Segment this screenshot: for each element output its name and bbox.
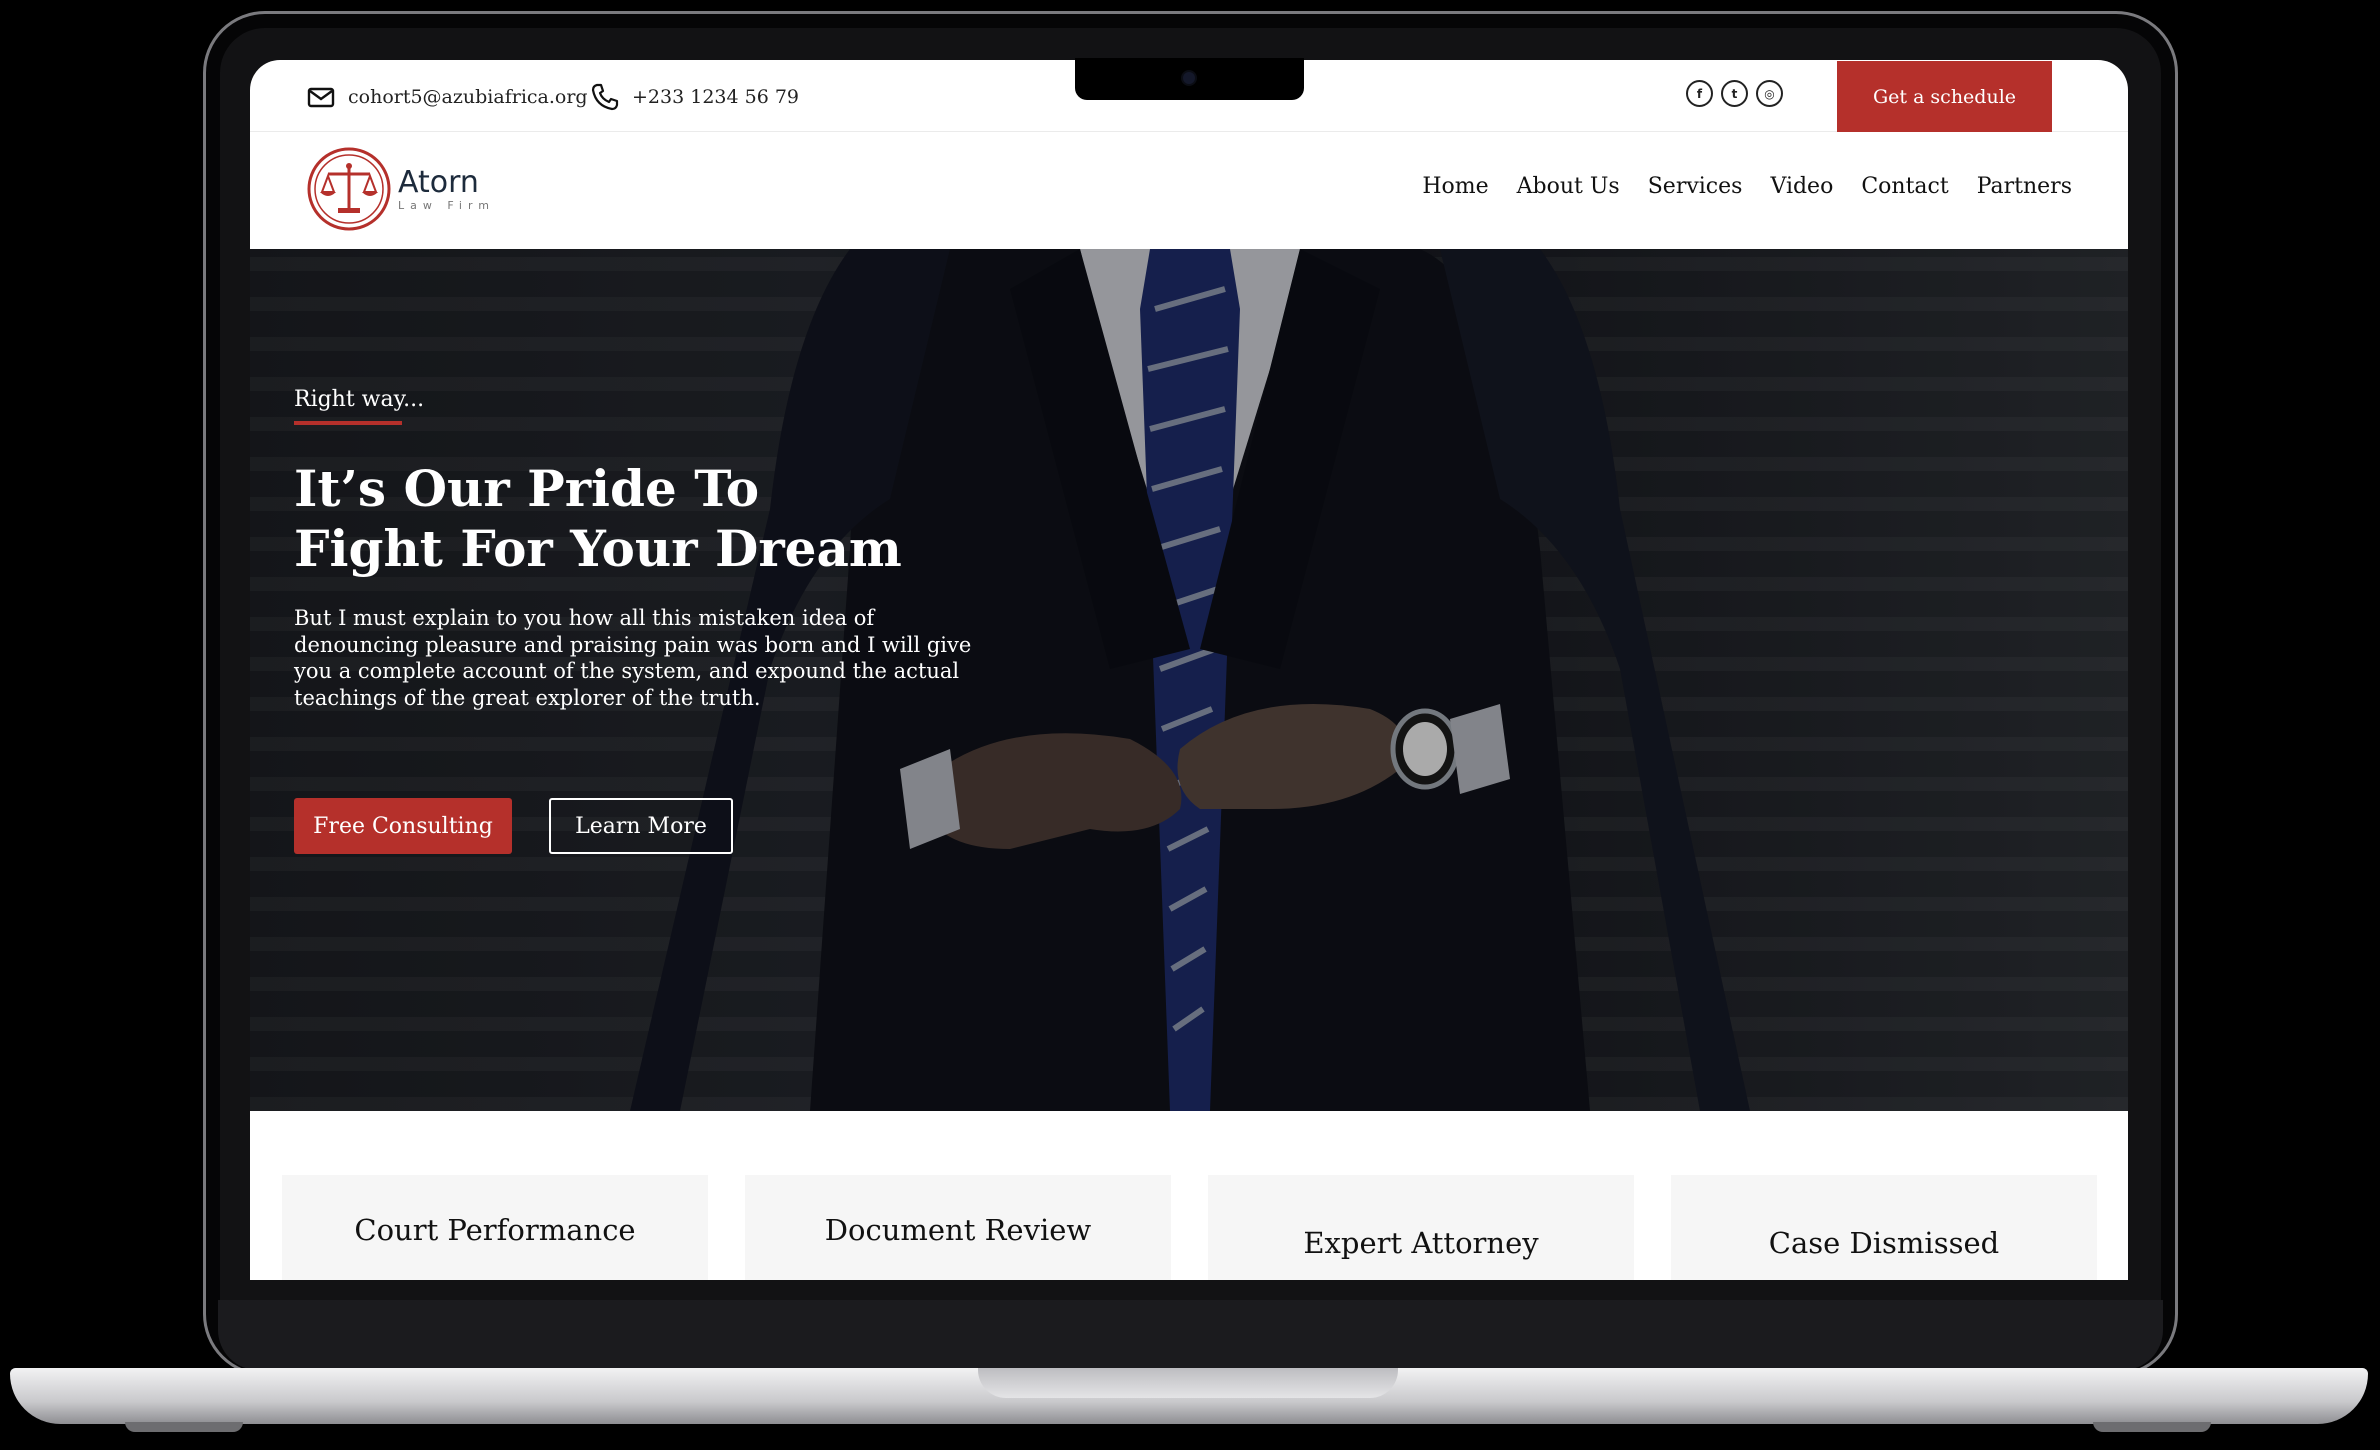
facebook-icon[interactable]: f — [1686, 80, 1713, 107]
nav-item-home[interactable]: Home — [1422, 174, 1488, 199]
hero-eyebrow: Right way... — [294, 387, 425, 412]
eyebrow-underline — [294, 421, 402, 425]
laptop-bezel — [218, 1300, 2163, 1370]
nav-item-contact[interactable]: Contact — [1861, 174, 1948, 199]
feature-card[interactable]: Document Review — [745, 1175, 1171, 1280]
twitter-icon[interactable]: t — [1721, 80, 1748, 107]
phone-icon — [591, 83, 619, 111]
laptop-screen: cohort5@azubiafrica.org +233 1234 56 79 … — [250, 60, 2128, 1280]
feature-card-title: Court Performance — [354, 1213, 636, 1247]
feature-card[interactable]: Expert Attorney — [1208, 1175, 1634, 1280]
scales-of-justice-icon — [307, 147, 391, 231]
learn-more-button[interactable]: Learn More — [549, 798, 733, 854]
feature-card-title: Document Review — [824, 1213, 1092, 1247]
brand-name: Atorn — [398, 164, 479, 200]
nav-item-partners[interactable]: Partners — [1977, 174, 2072, 199]
laptop-opening-notch — [978, 1368, 1398, 1398]
feature-card-title: Expert Attorney — [1303, 1226, 1539, 1260]
hero-title: It’s Our Pride To Fight For Your Dream — [294, 459, 994, 579]
email-text: cohort5@azubiafrica.org — [348, 86, 588, 108]
phone-contact[interactable]: +233 1234 56 79 — [590, 82, 799, 112]
feature-card[interactable]: Case Dismissed — [1671, 1175, 2097, 1280]
features-section: Court Performance Document Review Expert… — [250, 1111, 2128, 1280]
brand-tagline: Law Firm — [398, 198, 495, 212]
laptop-foot — [125, 1422, 243, 1432]
nav-item-about[interactable]: About Us — [1517, 174, 1620, 199]
brand-logo[interactable]: Atorn Law Firm — [306, 146, 495, 232]
hero-description: But I must explain to you how all this m… — [294, 606, 972, 710]
get-schedule-button[interactable]: Get a schedule — [1837, 61, 2052, 132]
feature-card[interactable]: Court Performance — [282, 1175, 708, 1280]
nav-item-services[interactable]: Services — [1648, 174, 1743, 199]
laptop-foot — [2093, 1422, 2211, 1432]
nav-menu: Home About Us Services Video Contact Par… — [1422, 174, 2072, 199]
camera-lens — [1183, 72, 1195, 84]
camera-notch — [1075, 58, 1304, 100]
mail-icon — [307, 87, 335, 108]
hero-section: Right way... It’s Our Pride To Fight For… — [250, 249, 2128, 1111]
nav-item-video[interactable]: Video — [1770, 174, 1833, 199]
main-navbar: Atorn Law Firm Home About Us Services Vi… — [250, 132, 2128, 249]
social-links: f t ◎ — [1686, 80, 1783, 107]
hero-title-line-2: Fight For Your Dream — [294, 519, 902, 578]
hero-title-line-1: It’s Our Pride To — [294, 459, 760, 518]
feature-card-title: Case Dismissed — [1768, 1226, 2000, 1260]
phone-text: +233 1234 56 79 — [632, 86, 800, 108]
instagram-icon[interactable]: ◎ — [1756, 80, 1783, 107]
email-contact[interactable]: cohort5@azubiafrica.org — [306, 82, 588, 112]
free-consulting-button[interactable]: Free Consulting — [294, 798, 512, 854]
